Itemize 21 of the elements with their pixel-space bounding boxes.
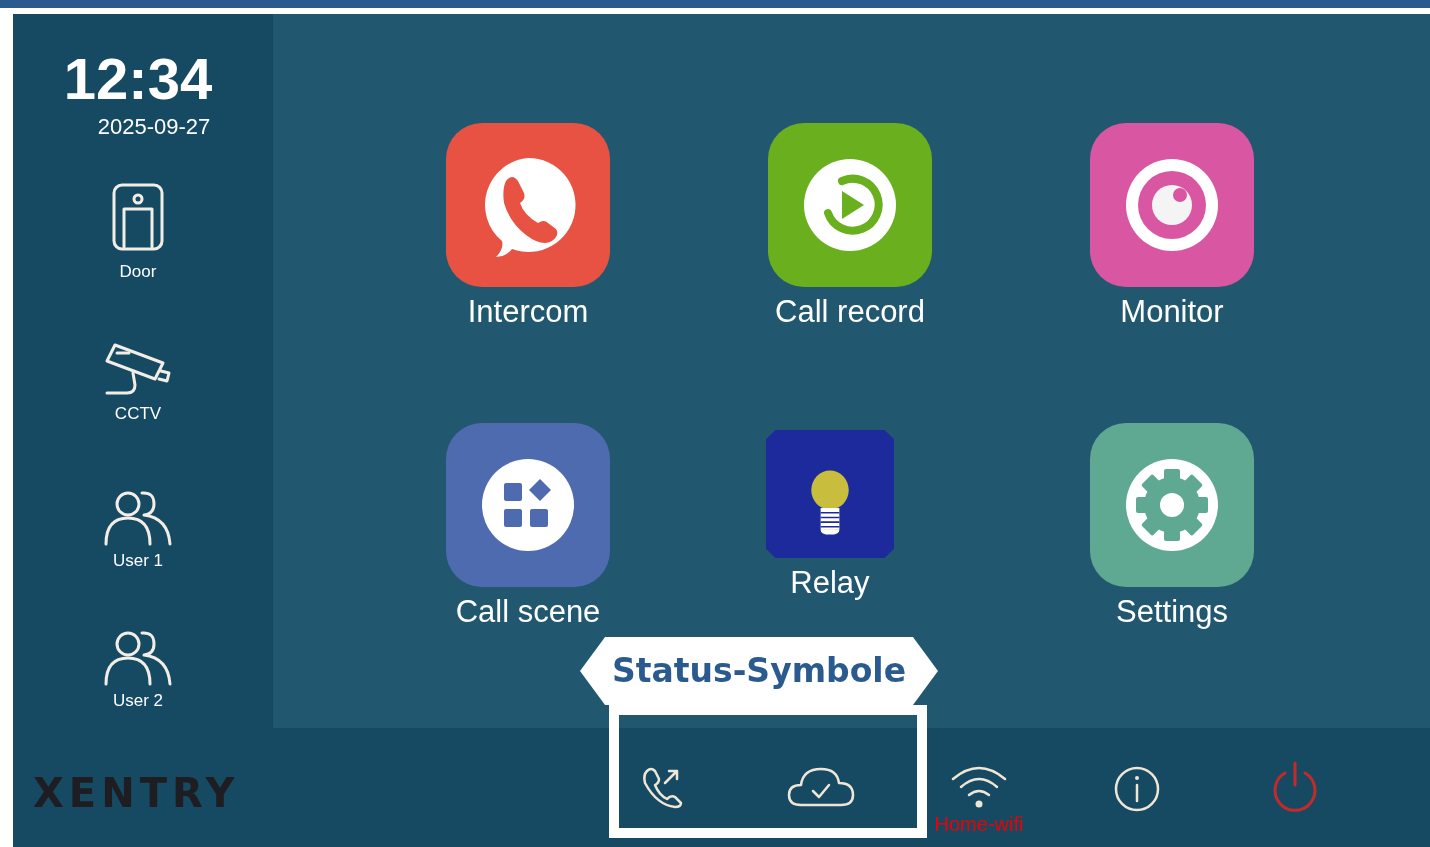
clock-date: 2025-09-27: [97, 113, 211, 141]
sidebar-item[interactable]: User 1: [104, 490, 172, 574]
app-button[interactable]: Call record: [689, 123, 1011, 331]
app-button[interactable]: Settings: [1011, 423, 1333, 631]
users-icon: [104, 490, 172, 546]
sidebar-item[interactable]: User 2: [104, 629, 172, 713]
app-button[interactable]: Relay: [689, 423, 971, 602]
brand-logo: XENTRY: [33, 773, 241, 813]
sidebar-item[interactable]: CCTV: [103, 342, 173, 426]
wifi-icon: [950, 765, 1008, 809]
sidebar-item[interactable]: Door: [112, 183, 164, 285]
cloud-check-icon: [787, 765, 855, 809]
app-button[interactable]: Intercom: [367, 123, 689, 331]
phone-arrow-icon: [641, 765, 685, 809]
clock-time: 12:34: [63, 50, 213, 108]
app-button[interactable]: Call scene: [367, 423, 689, 631]
callout-label: Status-Symbole: [580, 637, 938, 705]
info-icon: [1113, 765, 1161, 813]
app-button[interactable]: Monitor: [1011, 123, 1333, 331]
users-icon: [104, 629, 172, 686]
door-icon: [112, 183, 164, 251]
